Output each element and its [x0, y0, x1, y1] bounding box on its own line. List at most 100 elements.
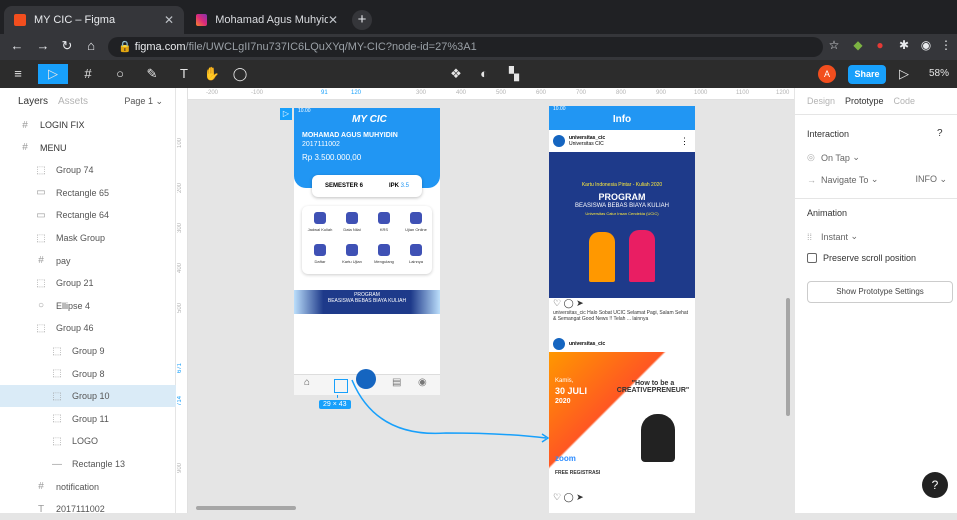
back-icon[interactable]: ← [8, 38, 26, 53]
figma-toolbar: ≡ ▷ # ○ ✎ T ✋ ◯ ❖ ◐ ▚ A Share ▷ 58% [0, 60, 957, 88]
forward-icon[interactable]: → [34, 38, 52, 53]
layer-item[interactable]: ⬚ Group 8 [0, 363, 176, 385]
tab-assets[interactable]: Assets [58, 96, 88, 107]
layer-type-icon: ⬚ [52, 390, 62, 402]
layer-type-icon: # [22, 142, 28, 154]
layer-item[interactable]: T 2017111002 [0, 498, 176, 520]
share-button[interactable]: Share [848, 65, 886, 84]
browser-tab-bar: MY CIC – Figma ✕ Mohamad Agus Muhyidin (… [0, 0, 957, 34]
layer-label: Group 46 [56, 323, 94, 334]
layer-label: Group 10 [72, 391, 110, 402]
menu-kebab-icon[interactable]: ⋮ [938, 38, 954, 54]
url-field[interactable]: 🔒 figma.com/file/UWCLgII7nu737IC6LQuXYq/… [108, 37, 823, 57]
layer-item[interactable]: # MENU [0, 137, 176, 159]
info-header: 10.00 Info [549, 106, 695, 130]
account-avatar [553, 338, 565, 350]
layer-type-icon: ⬚ [52, 368, 62, 380]
preserve-scroll-checkbox[interactable] [807, 253, 817, 263]
layer-item[interactable]: ○ Ellipse 4 [0, 295, 176, 317]
info-frame[interactable]: 10.00 Info universitas_cic Universitas CI… [549, 106, 695, 513]
status-time: 10.00 [553, 106, 566, 112]
preserve-scroll-row[interactable]: Preserve scroll position [807, 253, 916, 263]
layer-label: pay [56, 255, 71, 266]
horizontal-scrollbar[interactable] [196, 506, 296, 510]
help-button[interactable]: ? [922, 472, 948, 498]
instant-icon: ⁞⁞ [807, 231, 813, 242]
tab-instagram[interactable]: Mohamad Agus Muhyidin (@m... ✕ [186, 6, 348, 34]
trigger-row[interactable]: ◎ On Tap ⌄ [807, 152, 860, 163]
layer-item[interactable]: ⬚ Group 10 [0, 385, 176, 408]
help-circle-icon[interactable]: ? [937, 128, 943, 139]
text-tool-icon[interactable]: T [174, 64, 194, 84]
tab-design[interactable]: Design [807, 96, 835, 106]
interaction-title: Interaction [807, 129, 850, 139]
extension-icon[interactable]: ◆ [850, 38, 866, 54]
post-actions[interactable]: ♡ ◯ ➤ [549, 492, 695, 504]
layer-item[interactable]: ⬚ Group 74 [0, 159, 176, 181]
comment-tool-icon[interactable]: ◯ [230, 64, 250, 84]
layer-item[interactable]: # LOGIN FIX [0, 114, 176, 136]
layer-item[interactable]: # notification [0, 476, 176, 498]
layer-item[interactable]: ⬚ Group 46 [0, 317, 176, 339]
layer-label: notification [56, 481, 100, 492]
mask-icon[interactable]: ◐ [474, 64, 494, 84]
frame-tool-icon[interactable]: # [76, 64, 100, 84]
layer-type-icon: ▭ [36, 209, 46, 221]
properties-panel: Design Prototype Code Interaction ? ◎ On… [794, 88, 957, 513]
shape-tool-icon[interactable]: ○ [108, 64, 132, 84]
post-menu-icon[interactable]: ⋮ [680, 136, 689, 147]
layer-label: Group 74 [56, 165, 94, 176]
layer-item[interactable]: ⬚ Mask Group [0, 227, 176, 249]
tab-prototype[interactable]: Prototype [845, 96, 884, 106]
avatar[interactable]: A [818, 65, 836, 83]
layer-label: Group 11 [72, 413, 109, 424]
animation-row[interactable]: ⁞⁞ Instant ⌄ [807, 231, 858, 242]
close-tab-icon[interactable]: ✕ [328, 13, 338, 27]
post-image-beasiswa: Kartu Indonesia Pintar - Kuliah 2020 PRO… [549, 152, 695, 298]
zoom-level[interactable]: 58% [924, 64, 954, 84]
layer-type-icon: ⬚ [36, 164, 46, 176]
layer-item[interactable]: ▭ Rectangle 65 [0, 182, 176, 204]
tab-layers[interactable]: Layers [18, 96, 48, 107]
tab-figma[interactable]: MY CIC – Figma ✕ [4, 6, 184, 34]
layer-item[interactable]: ⬚ LOGO [0, 430, 176, 452]
destination-select[interactable]: INFO ⌄ [915, 174, 947, 185]
component-icon[interactable]: ❖ [446, 64, 466, 84]
show-prototype-settings-button[interactable]: Show Prototype Settings [807, 281, 953, 303]
present-icon[interactable]: ▷ [896, 64, 912, 84]
layer-label: Group 8 [72, 368, 105, 379]
layer-label: LOGO [72, 436, 99, 447]
hand-tool-icon[interactable]: ✋ [202, 64, 222, 84]
layer-item[interactable]: ⬚ Group 11 [0, 408, 176, 430]
puzzle-icon[interactable]: ✱ [896, 38, 912, 54]
layer-item[interactable]: — Rectangle 13 [0, 453, 176, 475]
reload-icon[interactable]: ↻ [58, 38, 76, 54]
layer-label: Group 21 [56, 278, 94, 289]
layer-item[interactable]: ⬚ Group 21 [0, 272, 176, 294]
tab-code[interactable]: Code [894, 96, 916, 106]
close-tab-icon[interactable]: ✕ [164, 13, 174, 27]
pen-tool-icon[interactable]: ✎ [140, 64, 164, 84]
animation-title: Animation [807, 208, 848, 218]
layer-type-icon: T [37, 503, 45, 515]
layer-item[interactable]: ▭ Rectangle 64 [0, 204, 176, 226]
layer-type-icon: ⬚ [52, 345, 62, 357]
layer-type-icon: ⬚ [36, 277, 46, 289]
page-selector[interactable]: Page 1 ⌄ [124, 96, 163, 107]
move-tool-icon[interactable]: ▷ [38, 64, 68, 84]
action-row[interactable]: → Navigate To ⌄ INFO ⌄ [807, 174, 947, 185]
layer-type-icon: ⬚ [52, 413, 62, 425]
home-icon[interactable]: ⌂ [82, 38, 100, 53]
boolean-icon[interactable]: ▚ [502, 64, 526, 84]
layer-item[interactable]: # pay [0, 250, 176, 272]
layer-item[interactable]: ⬚ Group 9 [0, 340, 176, 362]
canvas[interactable]: -200 -100 91 120 300 400 500 600 700 800 900 1000 11… [176, 88, 794, 513]
new-tab-button[interactable]: + [352, 10, 372, 30]
zoom-logo: zoom [555, 454, 576, 463]
main-menu-icon[interactable]: ≡ [8, 64, 28, 84]
extension-icon[interactable]: ● [872, 38, 888, 54]
star-icon[interactable]: ☆ [826, 38, 842, 54]
vertical-scrollbar[interactable] [786, 298, 790, 416]
post-actions[interactable]: ♡ ◯ ➤ [549, 298, 695, 310]
profile-icon[interactable]: ◉ [918, 38, 934, 54]
